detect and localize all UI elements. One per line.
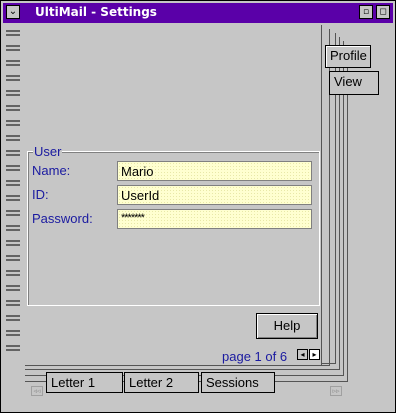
prev-page-icon[interactable]: ◂ <box>297 349 308 360</box>
scroll-left-icon[interactable]: ◃◃ <box>31 386 43 396</box>
id-field[interactable]: UserId <box>117 185 312 205</box>
settings-window: ⌄ UltiMail - Settings ▫ ◻ Profile View U… <box>0 0 396 413</box>
password-label: Password: <box>32 211 93 226</box>
tab-view[interactable]: View <box>329 71 379 95</box>
tab-letter-2[interactable]: Letter 2 <box>124 372 199 393</box>
user-group-label: User <box>33 144 63 159</box>
scroll-right-icon[interactable]: ▹▹ <box>330 386 342 396</box>
title-bar[interactable]: ⌄ UltiMail - Settings ▫ ◻ <box>3 3 393 23</box>
system-menu-icon[interactable]: ⌄ <box>6 5 20 19</box>
spiral-binding <box>6 30 20 351</box>
window-title: UltiMail - Settings <box>35 5 157 19</box>
tab-profile[interactable]: Profile <box>325 45 371 68</box>
tab-letter-1[interactable]: Letter 1 <box>46 372 123 393</box>
name-field[interactable]: Mario <box>117 161 312 181</box>
maximize-button[interactable]: ◻ <box>376 5 390 19</box>
tab-sessions[interactable]: Sessions <box>201 372 275 393</box>
password-field[interactable]: ******* <box>117 209 312 229</box>
minimize-button[interactable]: ▫ <box>359 5 373 19</box>
id-label: ID: <box>32 187 49 202</box>
help-button[interactable]: Help <box>256 313 318 339</box>
page-indicator: page 1 of 6 <box>222 349 288 364</box>
next-page-icon[interactable]: ▸ <box>309 349 320 360</box>
name-label: Name: <box>32 163 71 178</box>
